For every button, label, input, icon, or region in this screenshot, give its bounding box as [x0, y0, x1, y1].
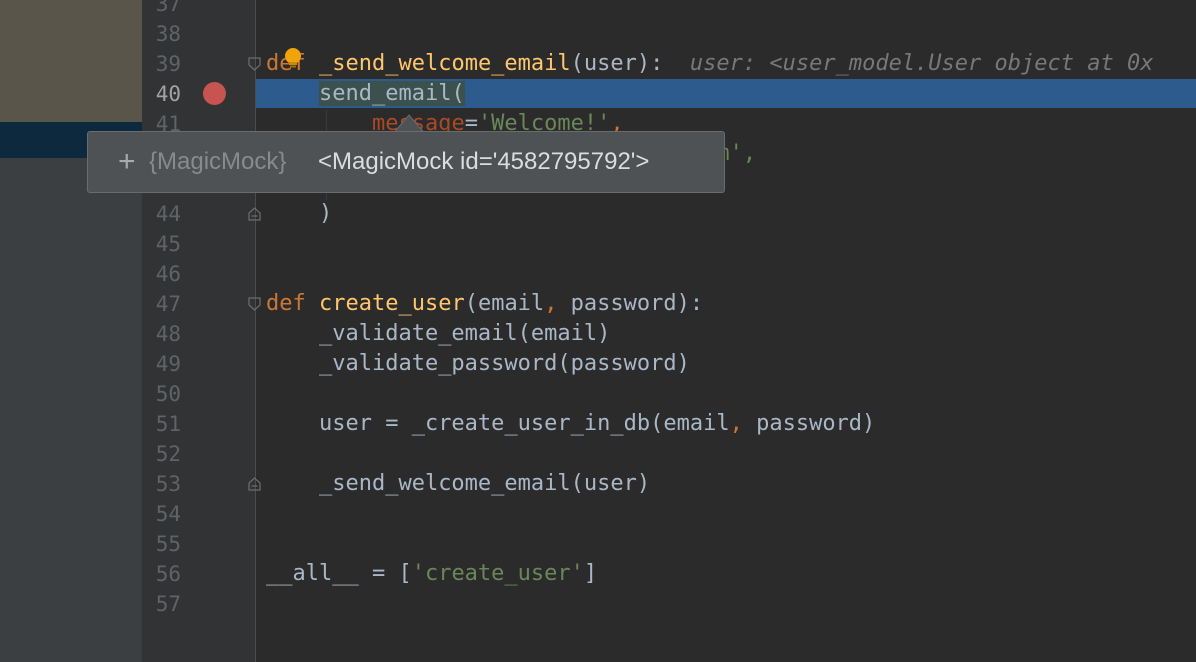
line-number: 53: [155, 472, 181, 496]
parameters: (email: [464, 291, 545, 316]
code-line-40[interactable]: send_email(: [266, 79, 465, 109]
statement: __all__ = [: [266, 561, 412, 586]
open-paren: (: [451, 81, 465, 106]
statement: _validate_email(email): [318, 321, 611, 346]
line-number: 52: [155, 442, 181, 466]
function-name: create_user: [319, 291, 465, 316]
value-text: <MagicMock id='4582795792'>: [318, 148, 650, 175]
code-line-39[interactable]: def _send_welcome_email(user): user: <us…: [266, 49, 1153, 79]
project-tool-window: [0, 0, 142, 662]
string-literal: 'create_user': [411, 561, 584, 586]
fold-icon[interactable]: [248, 477, 261, 491]
line-number: 57: [155, 592, 181, 616]
inline-debug-value: user: <user_model.User object at 0x: [689, 51, 1154, 76]
line-number: 47: [155, 292, 181, 316]
comma: ,: [729, 411, 743, 436]
function-name: _send_welcome_email: [319, 51, 571, 76]
line-number: 49: [155, 352, 181, 376]
value-type-label: {MagicMock}: [149, 148, 287, 175]
line-number: 48: [155, 322, 181, 346]
call-name: send_email: [318, 81, 452, 106]
line-number: 37: [155, 0, 181, 16]
line-number: 39: [155, 52, 181, 76]
fold-icon[interactable]: [248, 297, 261, 311]
fold-icon[interactable]: [248, 207, 261, 221]
current-line-number: 40: [155, 82, 181, 106]
code-line-53[interactable]: _send_welcome_email(user): [266, 469, 650, 499]
statement: ]: [583, 561, 598, 586]
parameters: password):: [557, 291, 704, 316]
debug-value-tooltip[interactable]: + {MagicMock} <MagicMock id='4582795792'…: [87, 131, 725, 193]
line-number: 55: [155, 532, 181, 556]
line-number: 45: [155, 232, 181, 256]
code-line-51[interactable]: user = _create_user_in_db(email, passwor…: [266, 409, 875, 439]
statement: user = _create_user_in_db(email: [318, 411, 730, 436]
tooltip-pointer: [394, 114, 424, 133]
line-number: 46: [155, 262, 181, 286]
gutter-separator: [255, 0, 256, 662]
code-line-48[interactable]: _validate_email(email): [266, 319, 610, 349]
line-number: 44: [155, 202, 181, 226]
line-number: 56: [155, 562, 181, 586]
expand-icon[interactable]: +: [118, 132, 136, 192]
statement: password): [742, 411, 876, 436]
close-paren: ): [318, 201, 333, 226]
breakpoint-icon[interactable]: [203, 82, 226, 105]
fold-icon[interactable]: [248, 57, 261, 71]
code-line-44[interactable]: ): [266, 199, 332, 229]
comma: ,: [544, 291, 558, 316]
code-line-49[interactable]: _validate_password(password): [266, 349, 690, 379]
keyword: def: [266, 291, 306, 316]
statement: _validate_password(password): [318, 351, 690, 376]
statement: _send_welcome_email(user): [318, 471, 651, 496]
line-number: 54: [155, 502, 181, 526]
code-line-47[interactable]: def create_user(email, password):: [266, 289, 703, 319]
line-number: 51: [155, 412, 181, 436]
code-line-56[interactable]: __all__ = ['create_user']: [266, 559, 597, 589]
project-panel-header: [0, 0, 142, 122]
line-number: 50: [155, 382, 181, 406]
intention-bulb-icon[interactable]: [283, 47, 303, 69]
line-number: 38: [155, 22, 181, 46]
parameters: (user):: [570, 51, 664, 76]
